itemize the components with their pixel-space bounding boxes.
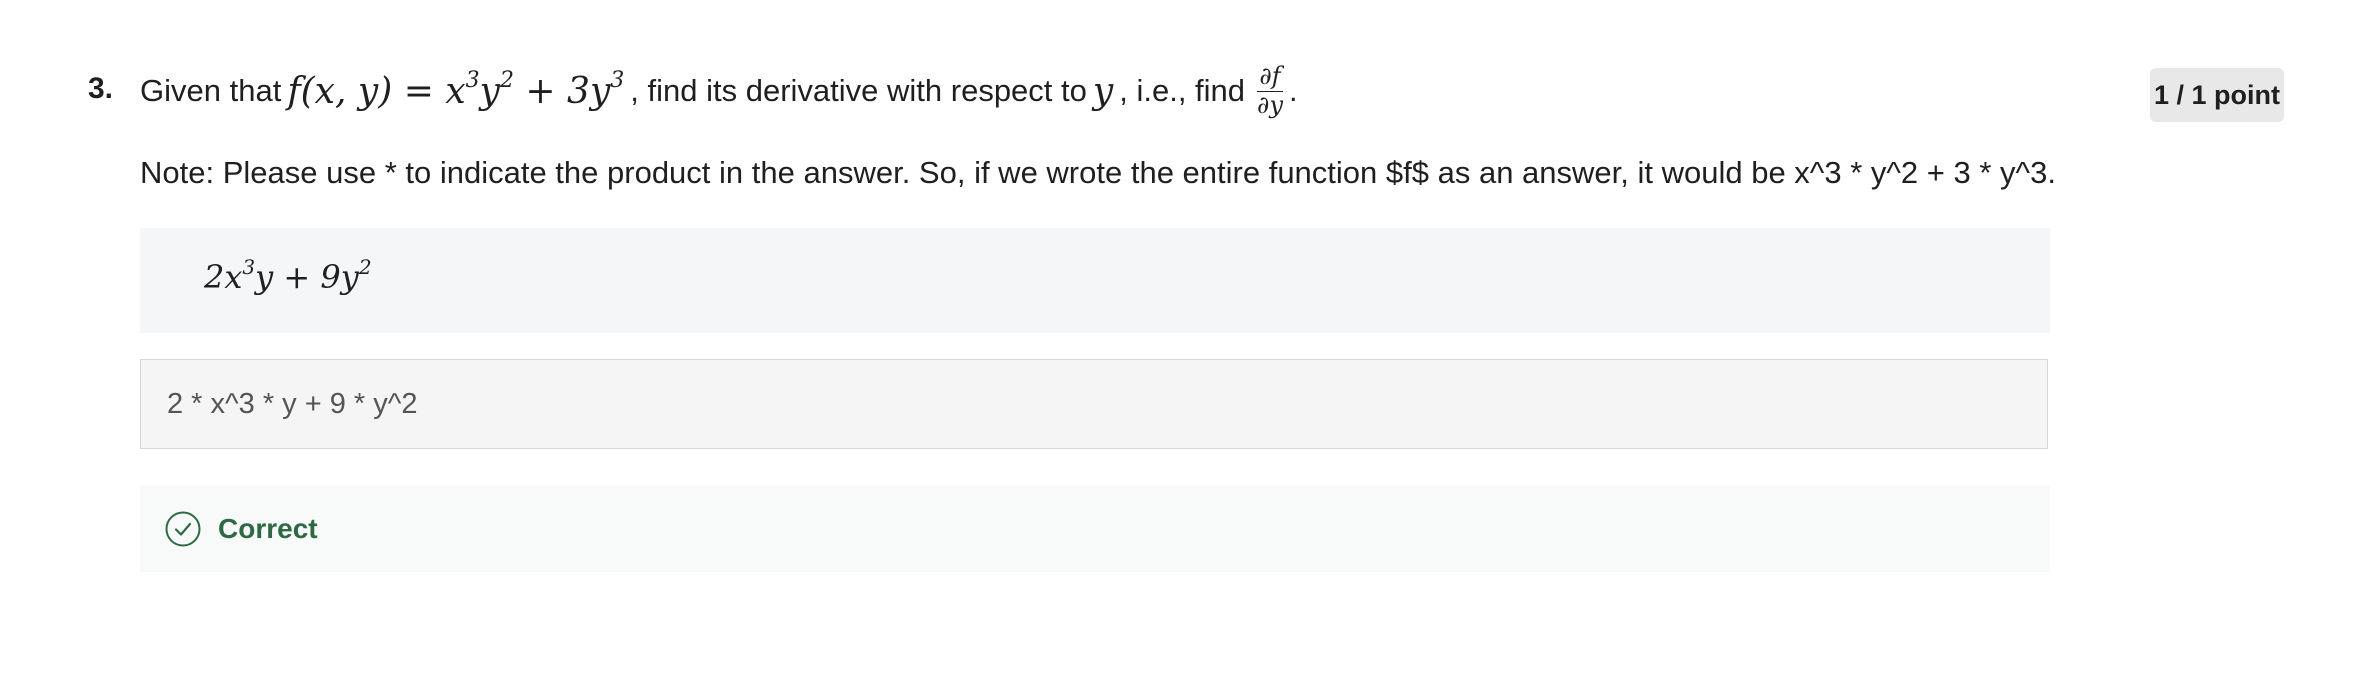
answer-math-expression: 2x3y + 9y2 xyxy=(204,255,372,296)
question-number: 3. xyxy=(88,72,114,105)
function-expression: f(x, y) = x3y2 + 3y3 xyxy=(287,67,625,112)
fraction-denominator: ∂y xyxy=(1257,90,1283,119)
prompt-text-end: . xyxy=(1289,73,1298,108)
variable-y: y xyxy=(1092,70,1114,112)
prompt-text-after: , i.e., find xyxy=(1119,73,1246,108)
term-y2: y xyxy=(589,70,611,112)
points-badge: 1 / 1 point xyxy=(2150,68,2284,122)
rendered-answer-preview: 2x3y + 9y2 xyxy=(140,228,2050,333)
partial-derivative-fraction: ∂f ∂y xyxy=(1255,62,1285,119)
term-y-exponent: 2 xyxy=(499,67,514,93)
term-x-exponent: 3 xyxy=(465,67,480,93)
quiz-question: 3. Given that f(x, y) = x3y2 + 3y3, find… xyxy=(0,0,2376,684)
question-note: Note: Please use * to indicate the produ… xyxy=(140,155,2056,190)
term-plus: + 3 xyxy=(513,70,590,112)
answer-term-2: y + 9y xyxy=(255,258,359,296)
feedback-label: Correct xyxy=(218,512,318,544)
question-prompt: Given that f(x, y) = x3y2 + 3y3, find it… xyxy=(140,56,1298,126)
prompt-text-middle: , find its derivative with respect to xyxy=(630,73,1087,108)
fraction-numerator: ∂f xyxy=(1257,62,1283,92)
prompt-text-before: Given that xyxy=(140,73,282,108)
function-lhs: f(x, y) = xyxy=(287,70,434,112)
feedback-banner: Correct xyxy=(140,485,2050,572)
answer-input[interactable]: 2 * x^3 * y + 9 * y^2 xyxy=(140,359,2048,449)
term-y: y xyxy=(479,70,500,112)
term-x: x xyxy=(445,70,466,112)
term-y2-exponent: 3 xyxy=(610,67,625,93)
check-circle-icon xyxy=(165,511,201,547)
answer-term-1-exponent: 3 xyxy=(242,255,256,279)
answer-term-1: 2x xyxy=(204,258,243,296)
answer-term-2-exponent: 2 xyxy=(358,255,372,279)
